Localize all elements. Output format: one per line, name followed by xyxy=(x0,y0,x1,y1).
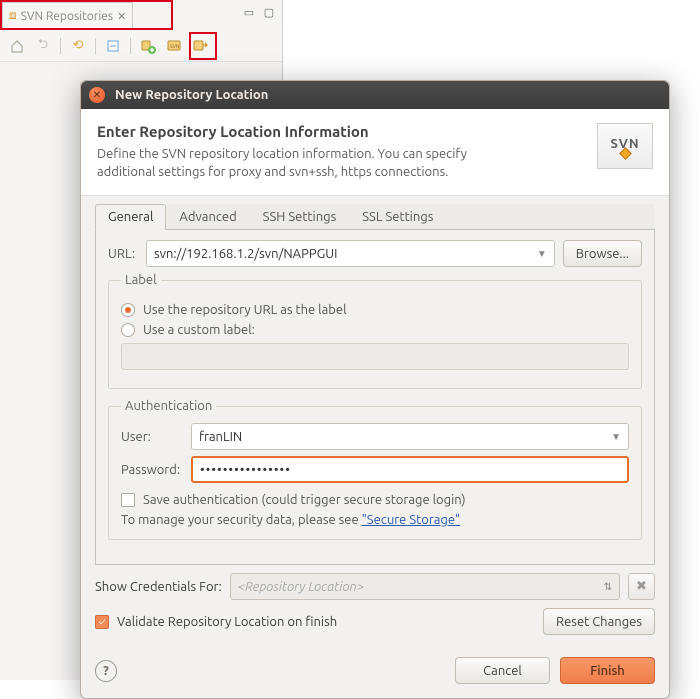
close-button[interactable]: ✕ xyxy=(89,87,105,103)
user-label: User: xyxy=(121,430,183,444)
url-field[interactable]: svn://192.168.1.2/svn/NAPPGUI ▼ xyxy=(146,240,555,267)
tab-ssl-settings[interactable]: SSL Settings xyxy=(349,204,446,229)
svn-repositories-tab[interactable]: ⧈ SVN Repositories ✕ xyxy=(2,2,133,30)
tab-general-body: URL: svn://192.168.1.2/svn/NAPPGUI ▼ Bro… xyxy=(95,230,655,565)
password-field[interactable] xyxy=(191,456,629,483)
delete-credentials-button[interactable]: ✖ xyxy=(628,573,655,600)
show-credentials-placeholder: <Repository Location> xyxy=(238,580,364,594)
checkout-button[interactable] xyxy=(189,35,211,57)
validate-label: Validate Repository Location on finish xyxy=(117,615,337,629)
radio-use-url-label: Use the repository URL as the label xyxy=(143,303,346,317)
custom-label-input xyxy=(121,343,629,370)
svn-icon: SVN xyxy=(597,123,653,169)
back-button[interactable]: ⮌ xyxy=(32,35,54,57)
view-toolbar: ⮌ ⟲ SVN xyxy=(0,30,282,62)
view-tab-bar: ⧈ SVN Repositories ✕ ▭ ▢ xyxy=(0,0,282,30)
radio-custom-label[interactable]: Use a custom label: xyxy=(121,323,629,337)
minimize-view-button[interactable]: ▭ xyxy=(240,5,258,19)
dropdown-icon[interactable]: ▼ xyxy=(537,248,547,260)
tab-close-icon[interactable]: ✕ xyxy=(117,10,126,23)
new-repository-location-button[interactable] xyxy=(137,35,159,57)
stepper-icon: ⇅ xyxy=(604,581,612,593)
show-credentials-combo[interactable]: <Repository Location> ⇅ xyxy=(230,573,620,600)
manage-text: To manage your security data, please see xyxy=(121,513,362,527)
label-legend: Label xyxy=(121,273,161,287)
save-auth-label: Save authentication (could trigger secur… xyxy=(143,493,466,507)
help-button[interactable]: ? xyxy=(95,660,117,682)
reset-changes-button[interactable]: Reset Changes xyxy=(543,608,655,635)
secure-storage-link[interactable]: "Secure Storage" xyxy=(362,513,461,527)
label-fieldset: Label Use the repository URL as the labe… xyxy=(108,273,642,389)
authentication-fieldset: Authentication User: franLIN ▼ Password:… xyxy=(108,399,642,540)
maximize-view-button[interactable]: ▢ xyxy=(260,5,278,19)
finish-button[interactable]: Finish xyxy=(560,657,655,684)
radio-icon xyxy=(121,303,135,317)
user-value: franLIN xyxy=(199,430,242,444)
save-auth-checkbox[interactable] xyxy=(121,493,135,507)
tab-general[interactable]: General xyxy=(95,204,166,230)
auth-legend: Authentication xyxy=(121,399,216,413)
cancel-button[interactable]: Cancel xyxy=(455,657,550,684)
url-label: URL: xyxy=(108,247,138,261)
dialog-heading: Enter Repository Location Information xyxy=(97,123,527,140)
repo-icon: ⧈ xyxy=(9,9,17,23)
password-label: Password: xyxy=(121,463,183,477)
dialog-header: Enter Repository Location Information De… xyxy=(81,109,669,196)
new-repository-location-dialog: ✕ New Repository Location Enter Reposito… xyxy=(80,80,670,699)
tab-ssh-settings[interactable]: SSH Settings xyxy=(250,204,350,229)
svn-props-button[interactable]: SVN xyxy=(163,35,185,57)
svg-text:SVN: SVN xyxy=(170,43,180,49)
dialog-title: New Repository Location xyxy=(115,88,268,102)
user-field[interactable]: franLIN ▼ xyxy=(191,423,629,450)
dropdown-icon[interactable]: ▼ xyxy=(611,431,621,443)
tab-label: SVN Repositories xyxy=(21,10,113,23)
settings-tabs: General Advanced SSH Settings SSL Settin… xyxy=(95,204,655,230)
collapse-all-button[interactable] xyxy=(102,35,124,57)
show-credentials-label: Show Credentials For: xyxy=(95,580,222,594)
radio-custom-label-text: Use a custom label: xyxy=(143,323,255,337)
radio-use-url[interactable]: Use the repository URL as the label xyxy=(121,303,629,317)
browse-button[interactable]: Browse... xyxy=(563,240,642,267)
dialog-description: Define the SVN repository location infor… xyxy=(97,146,527,181)
url-value: svn://192.168.1.2/svn/NAPPGUI xyxy=(154,247,337,261)
dialog-titlebar[interactable]: ✕ New Repository Location xyxy=(81,81,669,109)
tab-advanced[interactable]: Advanced xyxy=(166,204,249,229)
validate-checkbox[interactable] xyxy=(95,615,109,629)
radio-icon xyxy=(121,323,135,337)
refresh-button[interactable]: ⟲ xyxy=(67,35,89,57)
home-button[interactable] xyxy=(6,35,28,57)
